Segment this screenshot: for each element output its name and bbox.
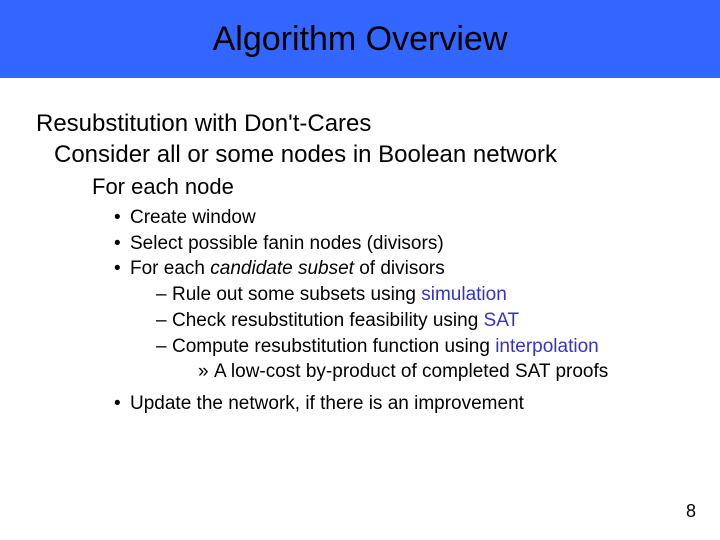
bullet-create-window: Create window — [130, 206, 720, 230]
bullet-list: Create window Select possible fanin node… — [36, 206, 720, 416]
page-number: 8 — [686, 501, 696, 522]
bullet-emphasis: candidate subset — [210, 258, 354, 279]
subdash-proof: A low-cost by-product of completed SAT p… — [214, 360, 720, 384]
bullet-text: For each — [130, 258, 210, 279]
bullet-text: of divisors — [354, 258, 445, 279]
slide: Algorithm Overview Resubstitution with D… — [0, 0, 720, 540]
highlight-sat: SAT — [484, 310, 520, 331]
dash-simulation: Rule out some subsets using simulation — [172, 283, 720, 307]
bullet-select-fanin: Select possible fanin nodes (divisors) — [130, 232, 720, 256]
dash-sat: Check resubstitution feasibility using S… — [172, 309, 720, 333]
slide-body: Resubstitution with Don't-Cares Consider… — [0, 78, 720, 416]
bullet-candidate-subset: For each candidate subset of divisors — [130, 257, 720, 281]
dash-text: Check resubstitution feasibility using — [172, 310, 484, 331]
subheading-1: Consider all or some nodes in Boolean ne… — [54, 141, 720, 170]
slide-title: Algorithm Overview — [213, 20, 508, 59]
dash-text: Compute resubstitution function using — [172, 336, 495, 357]
highlight-simulation: simulation — [421, 284, 507, 305]
highlight-interpolation: interpolation — [495, 336, 599, 357]
dash-interpolation: Compute resubstitution function using in… — [172, 335, 720, 359]
title-bar: Algorithm Overview — [0, 0, 720, 78]
subheading-2: For each node — [92, 174, 720, 200]
heading: Resubstitution with Don't-Cares — [36, 110, 720, 139]
bullet-update-network: Update the network, if there is an impro… — [130, 392, 720, 416]
dash-text: Rule out some subsets using — [172, 284, 421, 305]
